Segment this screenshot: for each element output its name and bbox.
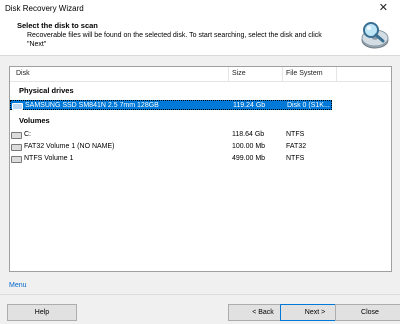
drive-file-system: Disk 0 (S1K... xyxy=(287,102,330,109)
list-item-volume[interactable]: NTFS Volume 1 499.00 Mb NTFS xyxy=(10,154,332,164)
hard-drive-icon xyxy=(11,132,22,139)
wizard-header: Select the disk to scan Recoverable file… xyxy=(0,18,400,56)
group-physical-drives: Physical drives xyxy=(19,86,74,95)
list-item-volume[interactable]: C: 118.64 Gb NTFS xyxy=(10,130,332,140)
group-volumes: Volumes xyxy=(19,116,50,125)
column-size[interactable]: Size xyxy=(232,70,246,77)
volume-size: 118.64 Gb xyxy=(232,131,265,138)
column-disk[interactable]: Disk xyxy=(16,70,30,77)
button-bar: Help < Back Next > Close xyxy=(0,294,400,324)
magnifier-disk-icon xyxy=(361,22,389,49)
volume-name: NTFS Volume 1 xyxy=(24,155,74,162)
volume-file-system: NTFS xyxy=(286,131,305,138)
list-item-volume[interactable]: FAT32 Volume 1 (NO NAME) 100.00 Mb FAT32 xyxy=(10,142,332,152)
column-separator xyxy=(336,67,337,81)
window-title: Disk Recovery Wizard xyxy=(5,4,84,13)
list-item-physical-drive[interactable]: SAMSUNG SSD SM841N 2.5 7mm 128GB 119.24 … xyxy=(10,100,332,110)
volume-size: 499.00 Mb xyxy=(232,155,266,162)
drive-name: SAMSUNG SSD SM841N 2.5 7mm 128GB xyxy=(25,102,159,109)
page-title: Select the disk to scan xyxy=(17,21,98,30)
volume-file-system: FAT32 xyxy=(286,143,307,150)
column-file-system[interactable]: File System xyxy=(286,70,323,77)
column-header: Disk Size File System xyxy=(10,67,391,82)
hard-drive-icon xyxy=(12,103,23,110)
hard-drive-icon xyxy=(11,144,22,151)
column-separator xyxy=(228,67,229,81)
close-window-button[interactable]: ✕ xyxy=(379,1,388,14)
drive-size: 119.24 Gb xyxy=(233,102,266,109)
help-button[interactable]: Help xyxy=(7,304,77,321)
close-button[interactable]: Close xyxy=(335,304,400,321)
volume-size: 100.00 Mb xyxy=(232,143,266,150)
title-bar: Disk Recovery Wizard ✕ xyxy=(0,0,400,18)
disk-list[interactable]: Disk Size File System Physical drives SA… xyxy=(9,66,392,272)
hard-drive-icon xyxy=(11,156,22,163)
volume-file-system: NTFS xyxy=(286,155,305,162)
column-separator xyxy=(282,67,283,81)
volume-name: C: xyxy=(24,131,31,138)
volume-name: FAT32 Volume 1 (NO NAME) xyxy=(24,143,115,150)
page-description: Recoverable files will be found on the s… xyxy=(27,32,322,48)
menu-link[interactable]: Menu xyxy=(9,282,27,289)
